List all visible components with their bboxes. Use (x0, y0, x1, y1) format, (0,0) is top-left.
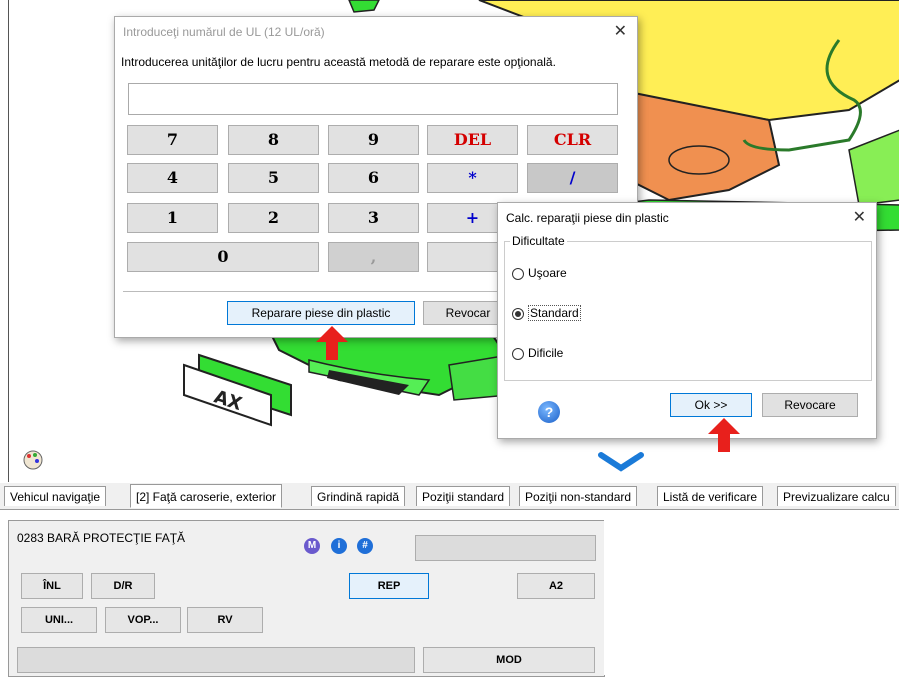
repair-button[interactable]: REP (349, 573, 429, 599)
work-units-input[interactable] (128, 83, 618, 115)
manual-icon[interactable]: M (304, 538, 320, 554)
key-4[interactable]: 4 (127, 163, 218, 193)
plastic-repair-dialog: Calc. reparaţii piese din plastic ✕ Difi… (497, 202, 877, 439)
key-0[interactable]: 0 (127, 242, 319, 272)
part-name: 0283 BARĂ PROTECŢIE FAŢĂ (17, 531, 186, 545)
dialog-title: Introduceţi numărul de UL (12 UL/oră) (123, 25, 325, 39)
radio-dificile[interactable]: Dificile (512, 345, 563, 361)
tab-non-standard-positions[interactable]: Poziţii non-standard (519, 486, 638, 506)
tab-calculation-preview[interactable]: Previzualizare calcu (777, 486, 896, 506)
key-9[interactable]: 9 (328, 125, 419, 155)
radio-usoare[interactable]: Uşoare (512, 265, 567, 281)
help-icon[interactable]: ? (538, 401, 560, 423)
plastic-repair-button[interactable]: Reparare piese din plastic (227, 301, 415, 325)
key-comma[interactable]: , (328, 242, 419, 272)
palette-icon[interactable] (15, 450, 35, 470)
hash-icon[interactable]: # (357, 538, 373, 554)
remove-install-button[interactable]: D/R (91, 573, 155, 599)
radio-label: Uşoare (528, 266, 567, 280)
tab-front-body-exterior[interactable]: [2] Faţă caroserie, exterior (130, 484, 283, 508)
cancel-button[interactable]: Revocare (762, 393, 858, 417)
tab-checklist[interactable]: Listă de verificare (657, 486, 764, 506)
tab-vehicle-navigation[interactable]: Vehicul navigaţie (4, 486, 107, 506)
key-3[interactable]: 3 (328, 203, 419, 233)
dialog-description: Introducerea unităţilor de lucru pentru … (121, 55, 556, 69)
tab-quick-hail[interactable]: Grindină rapidă (311, 486, 406, 506)
radio-standard[interactable]: Standard (512, 305, 581, 321)
radio-label: Dificile (528, 346, 564, 360)
radio-circle (512, 347, 524, 360)
uni-button[interactable]: UNI... (21, 607, 97, 633)
paint-button[interactable]: VOP... (105, 607, 181, 633)
key-1[interactable]: 1 (127, 203, 218, 233)
tab-standard-positions[interactable]: Poziţii standard (416, 486, 511, 506)
difficulty-group-label: Dificultate (510, 234, 567, 248)
mod-button[interactable]: MOD (423, 647, 595, 673)
key-2[interactable]: 2 (228, 203, 319, 233)
part-panel: 0283 BARĂ PROTECŢIE FAŢĂ M i # ÎNL D/R R… (8, 520, 605, 677)
a2-button[interactable]: A2 (517, 573, 595, 599)
red-arrow-icon (708, 418, 740, 452)
chevron-down-icon[interactable] (593, 446, 643, 472)
right-pane (604, 510, 899, 675)
key-6[interactable]: 6 (328, 163, 419, 193)
key-divide[interactable]: / (527, 163, 618, 193)
radio-label: Standard (528, 305, 581, 321)
red-arrow-icon (316, 326, 348, 360)
radio-circle-selected (512, 307, 524, 320)
close-icon[interactable]: ✕ (614, 17, 627, 47)
key-clr[interactable]: CLR (527, 125, 618, 155)
close-icon[interactable]: ✕ (853, 203, 866, 233)
key-del[interactable]: DEL (427, 125, 518, 155)
status-field (17, 647, 415, 673)
tab-strip: Vehicul navigaţie [2] Faţă caroserie, ex… (0, 483, 899, 510)
key-multiply[interactable]: * (427, 163, 518, 193)
part-info-field (415, 535, 596, 561)
replace-button[interactable]: ÎNL (21, 573, 83, 599)
key-5[interactable]: 5 (228, 163, 319, 193)
ok-button[interactable]: Ok >> (670, 393, 752, 417)
radio-circle (512, 267, 524, 280)
rv-button[interactable]: RV (187, 607, 263, 633)
key-8[interactable]: 8 (228, 125, 319, 155)
key-7[interactable]: 7 (127, 125, 218, 155)
info-icon[interactable]: i (331, 538, 347, 554)
dialog-title: Calc. reparaţii piese din plastic (506, 211, 669, 225)
